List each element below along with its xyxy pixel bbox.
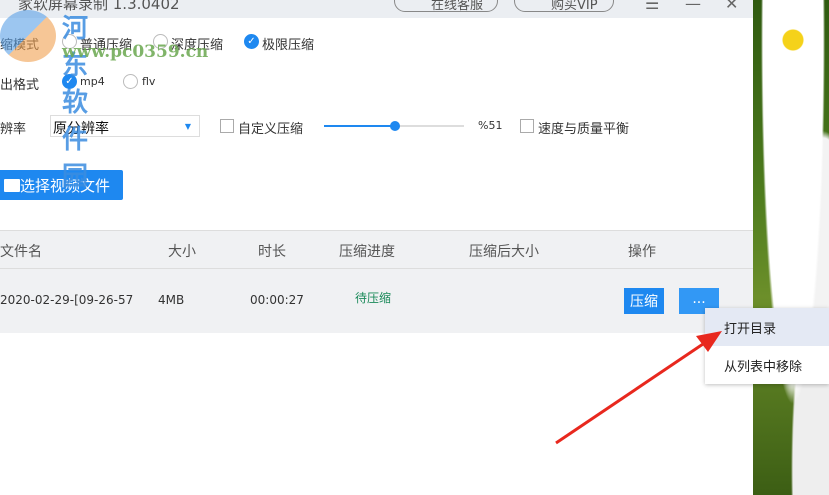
annotation-arrow — [555, 331, 722, 445]
